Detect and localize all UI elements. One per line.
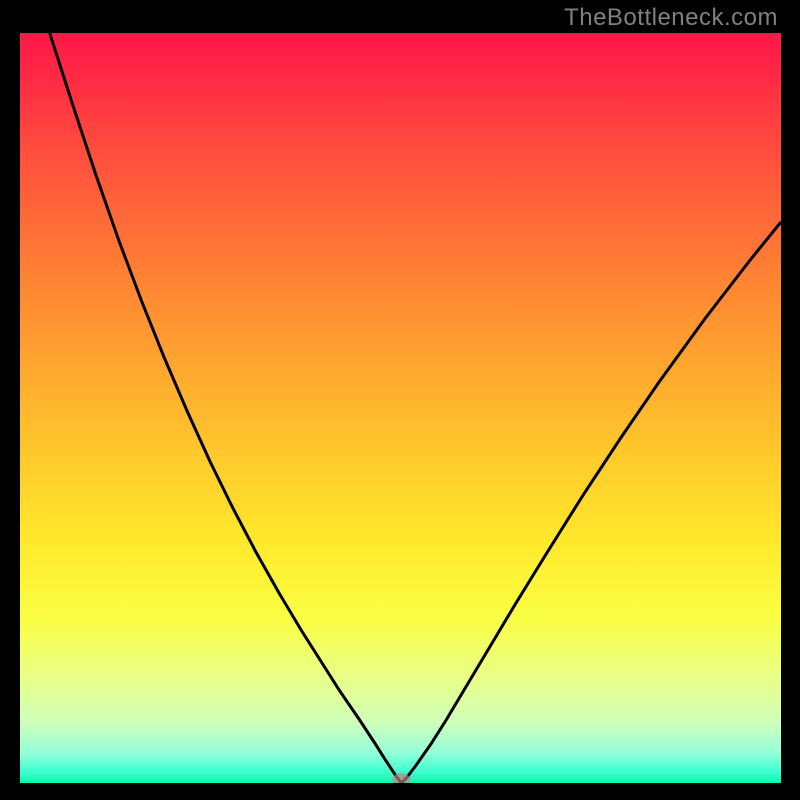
- bottleneck-curve: [50, 33, 781, 783]
- plot-area: [20, 33, 781, 783]
- curve-svg: [20, 33, 781, 783]
- chart-container: TheBottleneck.com: [0, 0, 800, 800]
- watermark-label: TheBottleneck.com: [564, 4, 778, 32]
